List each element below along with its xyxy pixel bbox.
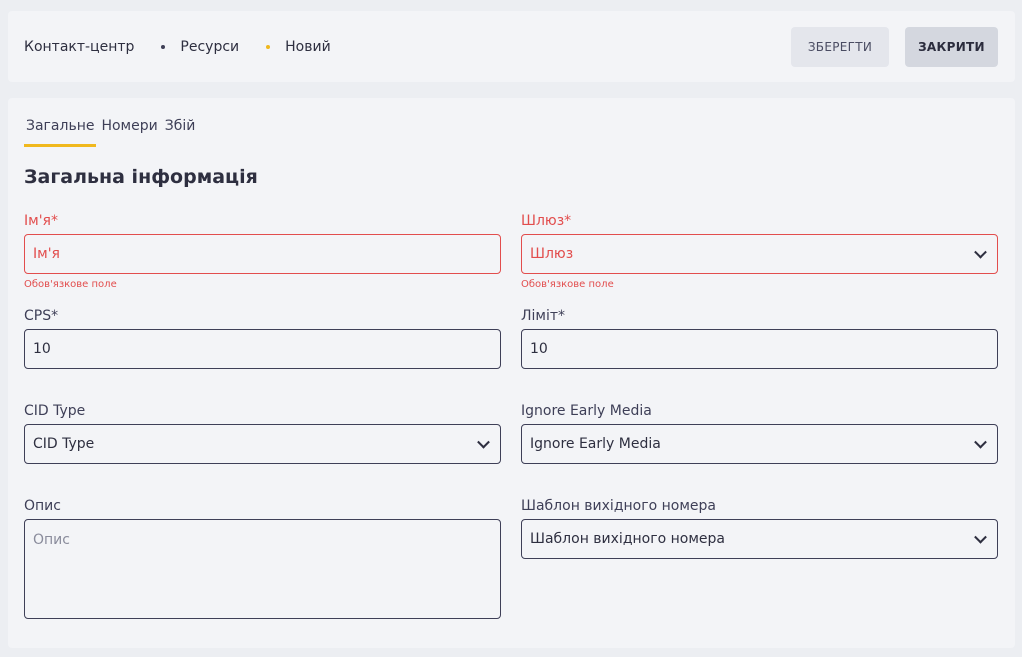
breadcrumb-resources[interactable]: Ресурси <box>180 39 239 55</box>
limit-label: Ліміт* <box>521 308 566 324</box>
page-header: Контакт-центр Ресурси Новий ЗБЕРЕГТИ ЗАК… <box>8 11 1015 82</box>
cps-field-group: CPS* 10 <box>24 308 501 369</box>
cid-type-select[interactable]: CID Type <box>24 424 501 464</box>
description-placeholder: Опис <box>33 532 70 548</box>
breadcrumb-new: Новий <box>285 38 331 55</box>
ignore-early-media-field-group: Ignore Early Media Ignore Early Media <box>521 403 998 464</box>
tab-general[interactable]: Загальне <box>24 118 97 147</box>
limit-value: 10 <box>530 341 548 357</box>
outbound-template-select[interactable]: Шаблон вихідного номера <box>521 519 998 559</box>
name-error-message: Обов'язкове поле <box>24 279 117 290</box>
ignore-early-media-value: Ignore Early Media <box>530 436 661 452</box>
gateway-select[interactable]: Шлюз <box>521 234 998 274</box>
form-panel: Загальне Номери Збій Загальна інформація… <box>8 98 1015 648</box>
gateway-label: Шлюз* <box>521 213 572 229</box>
description-field-group: Опис Опис <box>24 498 501 619</box>
tab-numbers[interactable]: Номери <box>99 118 159 147</box>
chevron-down-icon <box>974 435 987 449</box>
chevron-down-icon <box>477 435 490 449</box>
name-field-group: Ім'я* Ім'я Обов'язкове поле <box>24 213 501 290</box>
ignore-early-media-select[interactable]: Ignore Early Media <box>521 424 998 464</box>
outbound-template-label: Шаблон вихідного номера <box>521 498 716 514</box>
cps-label: CPS* <box>24 308 59 324</box>
section-title: Загальна інформація <box>24 166 258 188</box>
description-textarea[interactable]: Опис <box>24 519 501 619</box>
chevron-down-icon <box>974 530 987 544</box>
breadcrumb: Контакт-центр Ресурси Новий <box>24 11 331 82</box>
cid-type-label: CID Type <box>24 403 86 419</box>
cps-value: 10 <box>33 341 51 357</box>
breadcrumb-separator-dot <box>161 44 166 49</box>
limit-field-group: Ліміт* 10 <box>521 308 998 369</box>
cid-type-value: CID Type <box>33 436 95 452</box>
tab-failure[interactable]: Збій <box>163 118 198 147</box>
gateway-error-message: Обов'язкове поле <box>521 279 614 290</box>
name-input[interactable]: Ім'я <box>24 234 501 274</box>
breadcrumb-current-dot <box>266 44 271 49</box>
chevron-down-icon <box>974 245 987 259</box>
ignore-early-media-label: Ignore Early Media <box>521 403 652 419</box>
gateway-placeholder: Шлюз <box>530 246 574 262</box>
limit-input[interactable]: 10 <box>521 329 998 369</box>
close-button[interactable]: ЗАКРИТИ <box>905 27 998 67</box>
tab-bar: Загальне Номери Збій <box>24 118 197 147</box>
outbound-template-field-group: Шаблон вихідного номера Шаблон вихідного… <box>521 498 998 559</box>
cps-input[interactable]: 10 <box>24 329 501 369</box>
cid-type-field-group: CID Type CID Type <box>24 403 501 464</box>
breadcrumb-contact-center[interactable]: Контакт-центр <box>24 39 134 55</box>
outbound-template-value: Шаблон вихідного номера <box>530 531 725 547</box>
description-label: Опис <box>24 498 61 514</box>
name-placeholder: Ім'я <box>33 246 60 262</box>
gateway-field-group: Шлюз* Шлюз Обов'язкове поле <box>521 213 998 290</box>
name-label: Ім'я* <box>24 213 58 229</box>
save-button[interactable]: ЗБЕРЕГТИ <box>791 27 889 67</box>
